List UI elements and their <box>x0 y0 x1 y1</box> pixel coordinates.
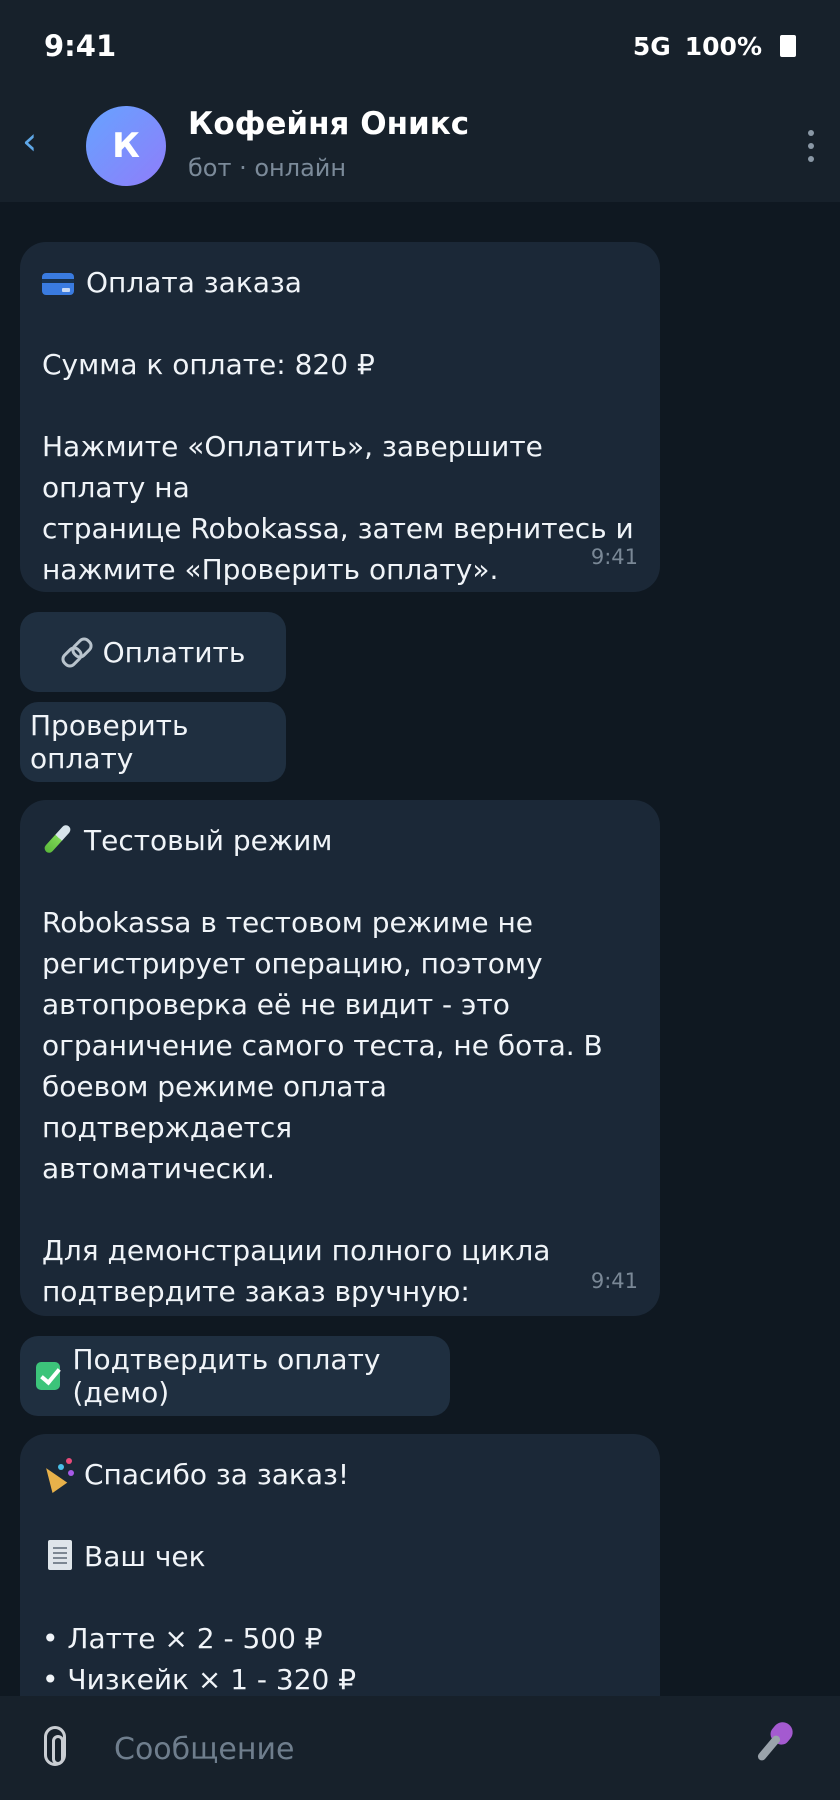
battery-percent: 100% <box>684 31 762 61</box>
pay-button-label: Оплатить <box>102 635 246 669</box>
check-mark-icon <box>36 1362 61 1390</box>
message-composer <box>0 1696 840 1800</box>
message-text-line: Сумма к оплате: 820 ₽ <box>42 348 375 381</box>
message-text-line: Для демонстрации полного цикла <box>42 1234 551 1267</box>
message-text-line: автоматически. <box>42 1152 276 1185</box>
paperclip-icon[interactable] <box>44 1726 66 1766</box>
message-text-line: регистрирует операцию, поэтому <box>42 947 543 980</box>
message-list[interactable]: Оплата заказа Сумма к оплате: 820 ₽ Нажм… <box>0 202 840 1696</box>
status-indicators: 5G 100% <box>633 32 796 61</box>
back-arrow-icon[interactable]: ‹ <box>22 122 37 160</box>
message-bubble-test-mode: Тестовый режим Robokassa в тестовом режи… <box>20 800 660 1316</box>
receipt-title-line: Ваш чек <box>42 1536 638 1577</box>
message-title: Спасибо за заказ! <box>84 1458 350 1491</box>
message-text-line: странице Robokassa, затем вернитесь и <box>42 512 634 545</box>
check-payment-button[interactable]: Проверить оплату <box>20 702 286 782</box>
message-time: 9:41 <box>590 1269 638 1293</box>
message-text-line: нажмите «Проверить оплату». <box>42 553 499 586</box>
avatar-letter: К <box>112 126 140 166</box>
confirm-demo-payment-label: Подтвердить оплату (демо) <box>72 1343 381 1409</box>
message-text-line: Нажмите «Оплатить», завершите оплату на <box>42 430 552 504</box>
check-payment-button-label: Проверить оплату <box>30 709 189 775</box>
microphone-icon[interactable] <box>750 1722 800 1772</box>
message-bubble-payment: Оплата заказа Сумма к оплате: 820 ₽ Нажм… <box>20 242 660 592</box>
battery-icon <box>780 35 796 57</box>
message-time: 9:41 <box>590 545 638 569</box>
message-title-line: Тестовый режим <box>42 820 638 861</box>
chat-title[interactable]: Кофейня Оникс <box>188 106 469 142</box>
credit-card-icon <box>42 273 74 295</box>
network-indicator: 5G <box>632 31 671 61</box>
message-input[interactable] <box>112 1722 716 1776</box>
test-tube-icon <box>42 824 72 854</box>
receipt-item: • Чизкейк × 1 - 320 ₽ <box>42 1663 357 1696</box>
party-popper-icon <box>42 1458 72 1488</box>
message-text-line: ограничение самого теста, не бота. В <box>42 1029 603 1062</box>
more-options-icon[interactable] <box>808 130 816 162</box>
message-text-line: Robokassa в тестовом режиме не <box>42 906 533 939</box>
message-title: Тестовый режим <box>84 824 333 857</box>
message-title: Оплата заказа <box>86 266 302 299</box>
message-text-line: автопроверка её не видит - это <box>42 988 510 1021</box>
message-title-line: Спасибо за заказ! <box>42 1454 638 1495</box>
chat-header: ‹ К Кофейня Оникс бот · онлайн <box>0 92 840 202</box>
avatar[interactable]: К <box>86 106 166 186</box>
status-bar: 9:41 5G 100% <box>0 0 840 92</box>
message-title-line: Оплата заказа <box>42 262 638 303</box>
confirm-demo-payment-button[interactable]: Подтвердить оплату (демо) <box>20 1336 450 1416</box>
receipt-item: • Латте × 2 - 500 ₽ <box>42 1622 323 1655</box>
message-bubble-thanks: Спасибо за заказ! Ваш чек • Латте × 2 - … <box>20 1434 660 1696</box>
receipt-title: Ваш чек <box>84 1540 206 1573</box>
receipt-icon <box>48 1540 72 1570</box>
pay-button[interactable]: Оплатить <box>20 612 286 692</box>
message-text-line: боевом режиме оплата подтверждается <box>42 1070 396 1144</box>
status-time: 9:41 <box>44 29 117 63</box>
message-text-line: подтвердите заказ вручную: <box>42 1275 470 1308</box>
chat-status: бот · онлайн <box>188 154 347 182</box>
link-icon <box>61 637 91 667</box>
